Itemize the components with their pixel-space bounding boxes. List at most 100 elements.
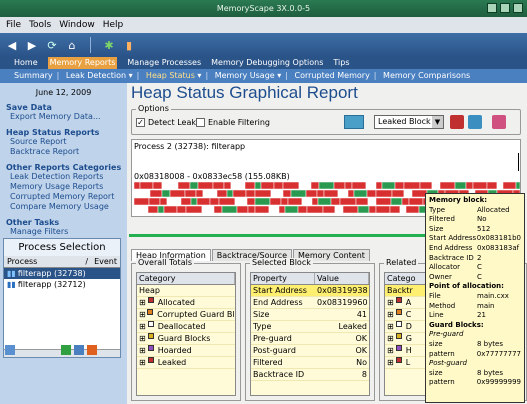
heap-block[interactable] <box>246 197 256 206</box>
heap-block[interactable] <box>306 205 324 214</box>
heap-block[interactable] <box>298 182 312 190</box>
heap-block[interactable] <box>401 197 410 206</box>
heap-block[interactable] <box>196 197 211 206</box>
table-row[interactable]: ⊞ Allocated <box>137 297 235 309</box>
heap-block[interactable] <box>502 182 517 190</box>
menu-tools[interactable]: Tools <box>29 17 51 33</box>
expand-icon[interactable]: ⊞ <box>385 345 396 356</box>
heap-block[interactable] <box>403 189 413 198</box>
heap-block[interactable] <box>139 182 154 190</box>
table-row[interactable]: ⊞ Guard Blocks <box>137 333 235 345</box>
nav-tips[interactable]: Tips <box>333 57 349 69</box>
column-event[interactable]: Event <box>91 256 120 267</box>
sidebar-link-compare-memory[interactable]: Compare Memory Usage <box>10 202 127 212</box>
heap-block[interactable] <box>157 205 165 214</box>
zoom-button[interactable] <box>344 115 364 129</box>
heap-block[interactable] <box>268 205 280 214</box>
expand-icon[interactable]: ⊞ <box>137 321 148 332</box>
heap-block[interactable] <box>355 197 369 206</box>
heap-block[interactable] <box>166 197 182 206</box>
heap-block[interactable] <box>322 205 336 214</box>
table-row[interactable]: Post-guard OK <box>251 345 369 357</box>
column-category[interactable]: Category <box>137 273 235 284</box>
heap-block[interactable] <box>247 205 256 214</box>
column-process[interactable]: Process <box>4 256 40 267</box>
export-icon[interactable] <box>492 115 506 129</box>
pause-icon[interactable] <box>74 345 84 355</box>
expand-icon[interactable]: ⊞ <box>385 321 396 332</box>
table-row[interactable]: Pre-guard OK <box>251 333 369 345</box>
table-row[interactable]: Heap <box>137 285 235 297</box>
heap-block[interactable] <box>180 197 192 206</box>
heap-block[interactable] <box>254 205 270 214</box>
subnav-summary[interactable]: Summary <box>14 71 53 80</box>
heap-block[interactable] <box>244 182 256 190</box>
table-row[interactable]: ⊞ Corrupted Guard Blo <box>137 309 235 321</box>
heap-block[interactable] <box>254 197 271 206</box>
detect-leaks-checkbox[interactable]: ✓ Detect Leaks <box>136 118 200 127</box>
menu-file[interactable]: File <box>6 17 21 33</box>
table-row[interactable]: ⊞ Deallocated <box>137 321 235 333</box>
heap-block[interactable] <box>368 205 377 214</box>
heap-block[interactable] <box>408 197 424 206</box>
heap-block[interactable] <box>317 197 332 206</box>
filter-icon[interactable] <box>468 115 482 129</box>
heap-block[interactable] <box>177 182 191 190</box>
report-icon[interactable]: ▮ <box>121 36 137 54</box>
refresh-icon[interactable]: ⟳ <box>44 36 60 54</box>
heap-block[interactable] <box>260 182 275 190</box>
heap-block[interactable] <box>254 182 262 190</box>
heap-block[interactable] <box>254 189 272 198</box>
heap-block[interactable] <box>273 182 284 190</box>
heap-block[interactable] <box>389 205 401 214</box>
table-row[interactable]: Size 41 <box>251 309 369 321</box>
heap-block[interactable] <box>216 189 228 198</box>
sidebar-link-corrupted-memory[interactable]: Corrupted Memory Report <box>10 192 127 202</box>
column-value[interactable]: Value <box>315 273 369 284</box>
heap-block[interactable] <box>316 189 325 198</box>
sidebar-link-memory-usage[interactable]: Memory Usage Reports <box>10 182 127 192</box>
heap-block[interactable] <box>337 189 349 198</box>
sidebar-link-backtrace-report[interactable]: Backtrace Report <box>10 147 127 157</box>
heap-block[interactable] <box>353 189 368 198</box>
leak-type-select[interactable]: Leaked Block ▼ <box>374 115 444 129</box>
heap-block[interactable] <box>148 197 161 206</box>
heap-block[interactable] <box>282 189 292 198</box>
heap-block[interactable] <box>278 205 286 214</box>
heap-block[interactable] <box>212 182 225 190</box>
heap-block[interactable] <box>439 182 456 190</box>
home-icon[interactable]: ⌂ <box>64 36 80 54</box>
expand-icon[interactable]: ⊞ <box>385 333 396 344</box>
heap-block[interactable] <box>209 197 220 206</box>
heap-block[interactable] <box>310 182 320 190</box>
expand-icon[interactable]: ⊞ <box>385 297 396 308</box>
heap-block[interactable] <box>375 205 391 214</box>
heap-block[interactable] <box>161 182 179 190</box>
heap-block[interactable] <box>147 205 159 214</box>
process-row[interactable]: ▮▮ filterapp (32712) <box>4 279 120 290</box>
sidebar-link-manage-filters[interactable]: Manage Filters <box>10 227 127 237</box>
heap-block[interactable] <box>197 182 214 190</box>
heap-block[interactable] <box>195 189 204 198</box>
heap-block[interactable] <box>419 182 433 190</box>
heap-block[interactable] <box>347 189 355 198</box>
expand-icon[interactable]: ⊞ <box>385 357 396 368</box>
heap-block[interactable] <box>290 189 307 198</box>
forward-icon[interactable]: ▶ <box>24 36 40 54</box>
heap-block[interactable] <box>134 189 151 198</box>
heap-block[interactable] <box>134 182 141 190</box>
table-row[interactable]: ⊞ Leaked <box>137 357 235 369</box>
subnav-leak-detection[interactable]: Leak Detection <box>66 71 126 80</box>
expand-icon[interactable]: ⊞ <box>137 297 148 308</box>
heap-block[interactable] <box>230 182 246 190</box>
nav-home[interactable]: Home <box>14 57 38 69</box>
heap-block[interactable] <box>391 189 405 198</box>
heap-block[interactable] <box>403 182 421 190</box>
heap-block[interactable] <box>375 197 392 206</box>
heap-block[interactable] <box>394 182 405 190</box>
heap-block[interactable] <box>297 205 308 214</box>
heap-block[interactable] <box>226 189 234 198</box>
heap-block[interactable] <box>486 182 498 190</box>
sidebar-link-source-report[interactable]: Source Report <box>10 137 127 147</box>
table-row[interactable]: ⊞ Hoarded <box>137 345 235 357</box>
